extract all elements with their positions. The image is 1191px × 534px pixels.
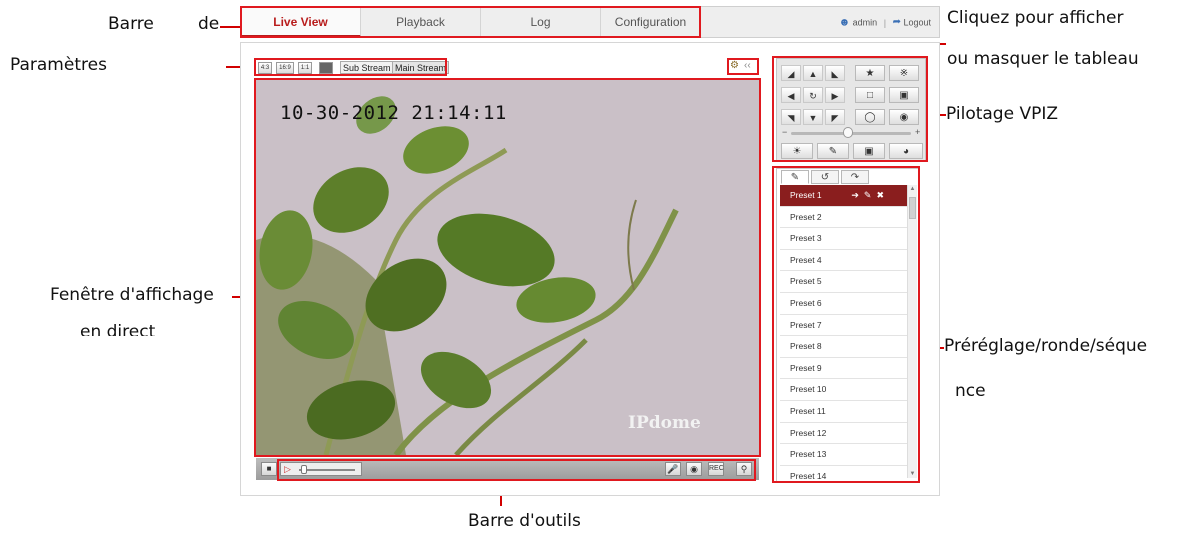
logout-link[interactable]: Logout xyxy=(903,18,931,28)
highlight-toolbar xyxy=(277,459,756,481)
callout-toggle-line2: ou masquer le tableau xyxy=(947,49,1139,69)
highlight-live-view xyxy=(254,78,761,457)
callout-preset-line1: Préréglage/ronde/séque xyxy=(944,336,1148,356)
callout-de-word: de xyxy=(198,14,220,34)
callout-ptz: Pilotage VPIZ xyxy=(946,104,1059,124)
stop-icon[interactable]: ■ xyxy=(261,462,277,476)
callout-display-window: Fenêtre d'affichage xyxy=(50,285,214,305)
callout-display-window-2: en direct xyxy=(80,322,156,336)
callout-toolbar: Barre d'outils xyxy=(468,511,581,531)
highlight-stream-bar xyxy=(254,58,447,76)
user-area: ☻ admin | ➦ Logout xyxy=(839,7,931,37)
highlight-ptz xyxy=(772,56,928,162)
username[interactable]: admin xyxy=(853,18,878,28)
highlight-toggle xyxy=(727,58,759,75)
callout-barre-word: Barre xyxy=(108,14,154,34)
highlight-nav xyxy=(240,6,701,38)
separator: | xyxy=(883,17,887,28)
callout-toggle-line1: Cliquez pour afficher xyxy=(947,8,1124,28)
logout-icon: ➦ xyxy=(892,16,901,28)
callout-parametres: Paramètres xyxy=(10,55,107,75)
highlight-presets xyxy=(772,166,920,483)
callout-line-nav xyxy=(220,26,240,28)
user-icon: ☻ xyxy=(838,16,851,29)
callout-preset-line2: nce xyxy=(955,381,986,401)
